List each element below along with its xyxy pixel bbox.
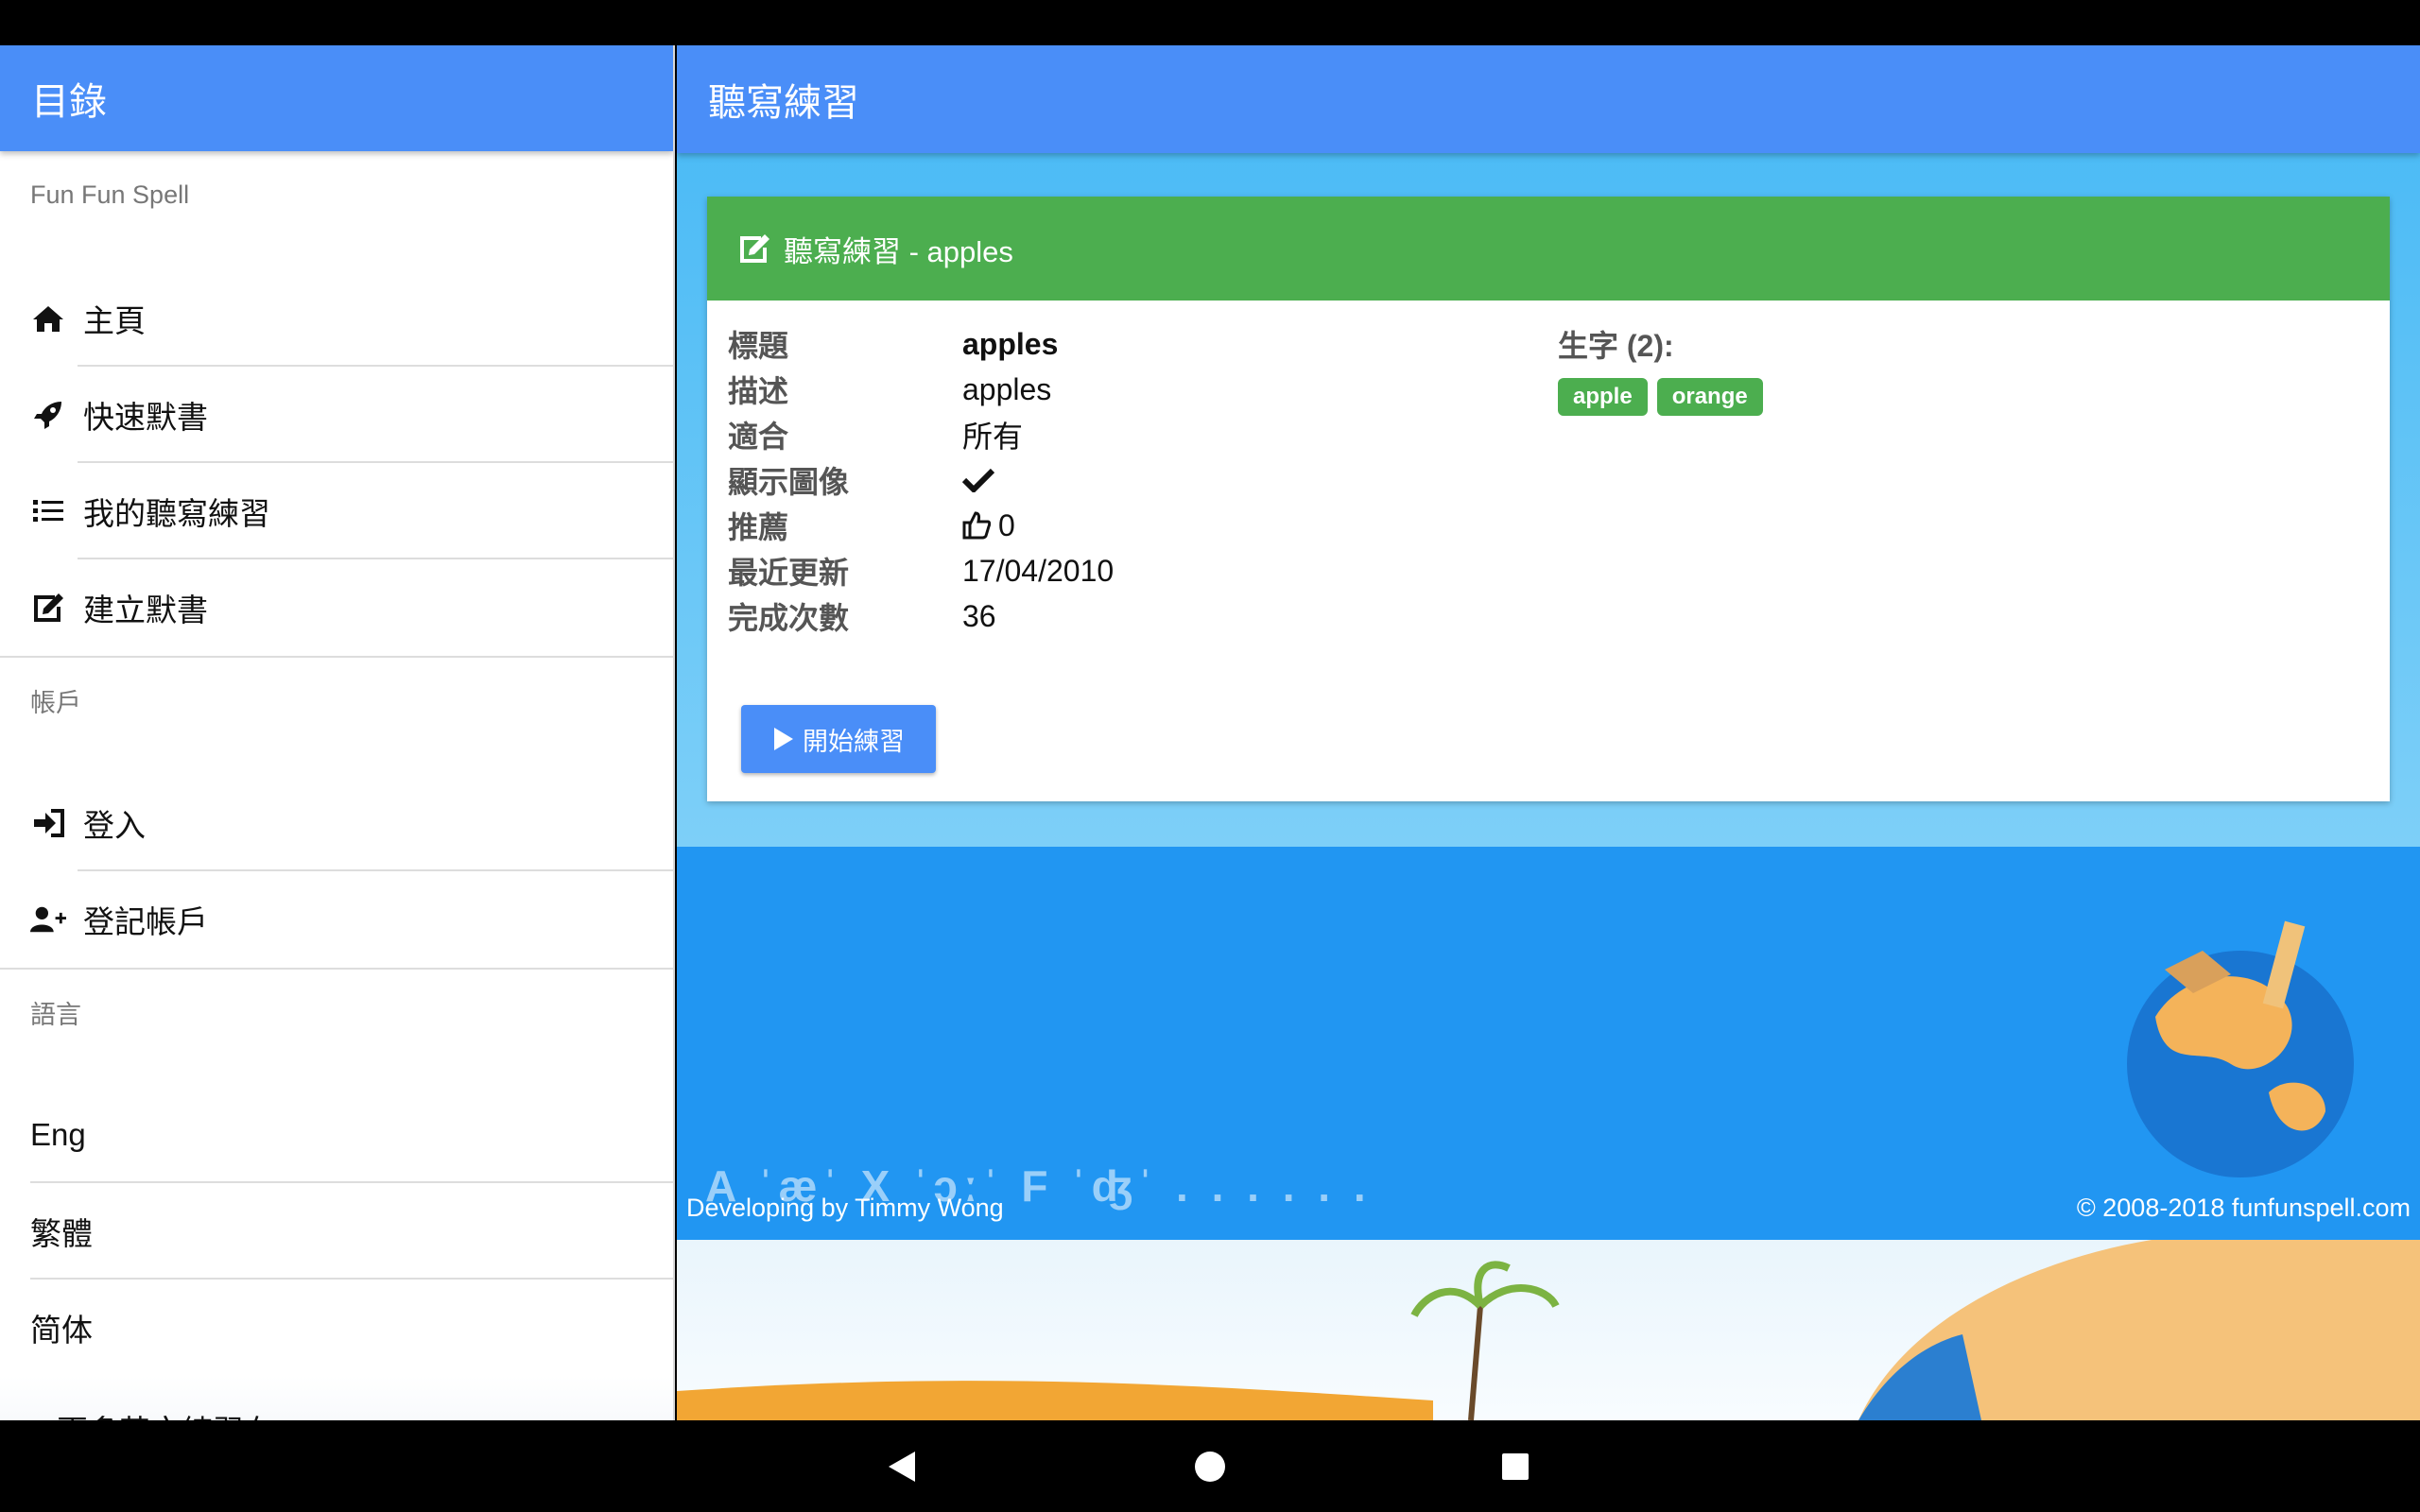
status-bar <box>0 0 2420 45</box>
start-practice-label: 開始練習 <box>803 727 905 756</box>
sidebar-item-home[interactable]: 主頁 <box>0 270 673 367</box>
copyright: © 2008-2018 funfunspell.com <box>2076 1194 2411 1222</box>
list-icon <box>30 493 66 529</box>
developer-credit: Developing by Timmy Wong <box>686 1194 1004 1222</box>
language-section-label: 語言 <box>30 1000 81 1029</box>
info-row-show-image: 顯示圖像 <box>728 457 1541 503</box>
back-icon <box>889 1451 915 1482</box>
sidebar-item-label: 主頁 <box>83 303 146 338</box>
field-label: 標題 <box>728 329 789 363</box>
home-circle-icon <box>1195 1451 1225 1482</box>
home-icon <box>30 301 66 336</box>
more-practice-text: 更多英文練習在 <box>57 1406 275 1420</box>
field-value: 所有 <box>962 420 1024 454</box>
main-header: 聽寫練習 <box>677 45 2420 153</box>
card-header: 聽寫練習 - apples <box>707 197 2390 301</box>
language-item-traditional[interactable]: 繁體 <box>0 1183 673 1280</box>
sidebar-item-login[interactable]: 登入 <box>0 775 673 871</box>
info-row-title: 標題 apples <box>728 321 1541 367</box>
info-row-completed: 完成次數 36 <box>728 593 1541 639</box>
vocabulary-section: 生字 (2): apple orange <box>1558 321 1763 416</box>
recents-icon <box>1502 1452 1529 1480</box>
sidebar-item-label: 我的聽寫練習 <box>83 496 270 531</box>
dictation-card: 聽寫練習 - apples 標題 apples 描述 apples 適合 所有 … <box>707 197 2390 801</box>
thumbs-up-icon[interactable] <box>962 511 991 540</box>
field-label: 推薦 <box>728 510 789 544</box>
field-label: 完成次數 <box>728 601 850 635</box>
sidebar-header: 目錄 <box>0 45 673 151</box>
brand-label: Fun Fun Spell <box>30 180 190 209</box>
sidebar-item-create-dictation[interactable]: 建立默書 <box>0 559 673 656</box>
more-practice-link[interactable]: 更多英文練習在 <box>0 1376 673 1420</box>
field-value: apples <box>962 326 1059 361</box>
sidebar-item-quick-dictation[interactable]: 快速默書 <box>0 367 673 463</box>
rocket-icon <box>30 397 66 433</box>
language-label: 简体 <box>30 1313 93 1348</box>
field-label: 適合 <box>728 420 789 454</box>
sidebar-item-register[interactable]: 登記帳戶 <box>0 871 673 968</box>
check-icon <box>962 468 994 492</box>
info-row-description: 描述 apples <box>728 367 1541 412</box>
dictation-info: 標題 apples 描述 apples 適合 所有 顯示圖像 推薦 0 最近更新… <box>728 321 1541 639</box>
language-item-eng[interactable]: Eng <box>0 1087 673 1183</box>
sidebar-item-label: 登入 <box>83 808 146 843</box>
sign-in-icon <box>30 805 66 841</box>
sidebar-item-label: 快速默書 <box>83 400 208 435</box>
background-scene <box>677 1240 2420 1420</box>
language-item-simplified[interactable]: 简体 <box>0 1280 673 1376</box>
vocabulary-title: 生字 (2): <box>1558 329 1674 363</box>
word-tag[interactable]: orange <box>1656 378 1763 416</box>
globe-illustration <box>2127 920 2354 1177</box>
field-label: 最近更新 <box>728 556 850 590</box>
sidebar-title: 目錄 <box>31 81 107 123</box>
info-row-recommend: 推薦 0 <box>728 503 1541 548</box>
footer: A ˈæˈ X ˈɔːˈ F ˈʤˈ . . . . . . Developin… <box>677 847 2420 1240</box>
user-plus-icon <box>30 902 66 937</box>
card-title: 聽寫練習 - apples <box>784 234 1013 268</box>
field-label: 顯示圖像 <box>728 465 850 499</box>
play-icon <box>772 726 795 752</box>
system-navigation-bar <box>0 1420 2420 1512</box>
language-label: 繁體 <box>30 1216 93 1251</box>
account-section-label: 帳戶 <box>30 688 81 717</box>
sidebar-item-my-dictations[interactable]: 我的聽寫練習 <box>0 463 673 559</box>
start-practice-button[interactable]: 開始練習 <box>741 705 936 773</box>
home-button[interactable] <box>1153 1420 1267 1512</box>
word-tag[interactable]: apple <box>1558 378 1648 416</box>
field-value: 36 <box>962 598 996 633</box>
sidebar: 目錄 Fun Fun Spell 主頁 快速默書 我的聽寫練習 建立默書 帳戶 … <box>0 45 675 1420</box>
recommend-count: 0 <box>998 507 1015 542</box>
edit-icon <box>738 232 772 266</box>
field-value: apples <box>962 371 1052 406</box>
sidebar-item-label: 登記帳戶 <box>83 904 208 939</box>
main-content: 聽寫練習 聽寫練習 - apples 標題 apples 描述 apples 適… <box>677 45 2420 1420</box>
info-row-suitable: 適合 所有 <box>728 412 1541 457</box>
field-value: 17/04/2010 <box>962 553 1115 588</box>
back-button[interactable] <box>846 1420 959 1512</box>
info-row-updated: 最近更新 17/04/2010 <box>728 548 1541 593</box>
field-label: 描述 <box>728 374 789 408</box>
language-label: Eng <box>30 1117 86 1152</box>
edit-icon <box>30 590 66 626</box>
sidebar-item-label: 建立默書 <box>83 593 208 627</box>
page-title: 聽寫練習 <box>708 82 859 124</box>
recents-button[interactable] <box>1459 1420 1572 1512</box>
